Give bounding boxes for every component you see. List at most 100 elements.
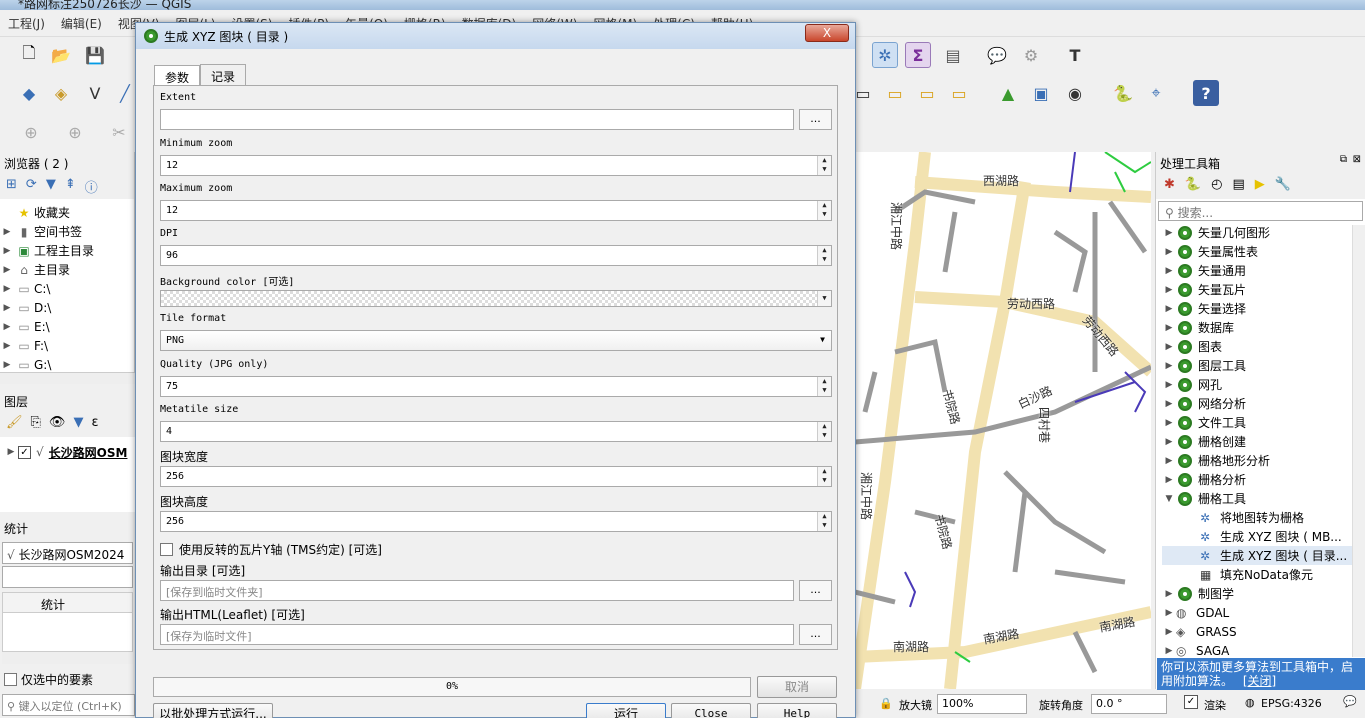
expand-arrow-icon[interactable]: ▶: [0, 341, 14, 351]
render-checkbox[interactable]: ✓: [1184, 695, 1198, 709]
expand-arrow-icon[interactable]: ▶: [0, 265, 14, 275]
add-vector-layer-icon[interactable]: ◆: [16, 80, 42, 106]
toolbox-scrollbar[interactable]: [1352, 225, 1365, 657]
toolbox-tool[interactable]: ✲ 将地图转为栅格: [1162, 508, 1365, 527]
target-icon[interactable]: ⌖: [1143, 80, 1169, 106]
expand-arrow-icon[interactable]: ▶: [0, 246, 14, 256]
add-group-icon[interactable]: ⎘: [31, 415, 41, 435]
toolbox-group[interactable]: ▶ 矢量选择: [1162, 299, 1365, 318]
expand-arrow-icon[interactable]: ▶: [0, 303, 14, 313]
expand-arrow-icon[interactable]: ▶: [0, 284, 14, 294]
label-change-icon[interactable]: ▭: [946, 80, 972, 106]
processing-toolbox-icon[interactable]: ✲: [872, 42, 898, 68]
menu-item[interactable]: 编辑(E): [53, 10, 110, 37]
expand-arrow-icon[interactable]: ▶: [0, 227, 14, 237]
tab-parameters[interactable]: 参数: [154, 65, 201, 87]
expression-icon[interactable]: ε: [91, 415, 98, 435]
coordinate-capture-icon[interactable]: ▣: [1028, 80, 1054, 106]
help-icon[interactable]: ?: [1193, 80, 1219, 106]
toolbox-group[interactable]: ▶ 网孔: [1162, 375, 1365, 394]
menu-item[interactable]: 工程(J): [0, 10, 53, 37]
toolbox-group[interactable]: ▼ 栅格工具: [1162, 489, 1365, 508]
max-zoom-spinner[interactable]: ▲ ▼: [817, 201, 831, 220]
dpi-spinner[interactable]: ▲ ▼: [817, 246, 831, 265]
toolbox-group[interactable]: ▶ 图层工具: [1162, 356, 1365, 375]
text-annotation-icon[interactable]: T: [1062, 42, 1088, 68]
browser-item[interactable]: ▶ ▭ E:\: [0, 317, 134, 336]
toolbox-provider[interactable]: ▶ ◍ GDAL: [1162, 603, 1365, 622]
cancel-button[interactable]: 取消: [757, 676, 837, 698]
expand-arrow-icon[interactable]: ▶: [1162, 304, 1176, 314]
max-zoom-input[interactable]: 12 ▲ ▼: [160, 200, 832, 221]
rotation-input[interactable]: 0.0 °: [1091, 694, 1167, 714]
run-button[interactable]: 运行: [586, 703, 666, 718]
annotation-icon[interactable]: 💬: [984, 42, 1010, 68]
statistics-sigma-icon[interactable]: Σ: [905, 42, 931, 68]
layer-name[interactable]: 长沙路网OSM: [49, 444, 128, 461]
metatile-spinner[interactable]: ▲ ▼: [817, 422, 831, 441]
edit-features-icon[interactable]: ▶: [1255, 177, 1265, 197]
expand-arrow-icon[interactable]: ▶: [0, 360, 14, 370]
expand-arrow-icon[interactable]: ▶: [0, 322, 14, 332]
browser-scrollbar[interactable]: [0, 372, 135, 384]
dpi-input[interactable]: 96 ▲ ▼: [160, 245, 832, 266]
expand-arrow-icon[interactable]: ▶: [1162, 228, 1176, 238]
expand-arrow-icon[interactable]: ▶: [1162, 627, 1176, 637]
add-selected-icon[interactable]: ⊞: [6, 177, 17, 197]
magnifier-input[interactable]: 100%: [937, 694, 1027, 714]
stats-field-select[interactable]: [2, 566, 133, 588]
toolbox-tool[interactable]: ✲ 生成 XYZ 图块 ( 目录...: [1162, 546, 1365, 565]
color-dropdown-icon[interactable]: ▼: [817, 291, 831, 306]
locator-search-input[interactable]: ⚲ 键入以定位 (Ctrl+K): [2, 694, 135, 716]
tile-height-spinner[interactable]: ▲ ▼: [817, 512, 831, 531]
visibility-eye-icon[interactable]: 👁: [49, 415, 66, 435]
measure-icon[interactable]: ▤: [940, 42, 966, 68]
python-console-icon[interactable]: 🐍: [1110, 80, 1136, 106]
toolbox-tool[interactable]: ▦ 填充NoData像元: [1162, 565, 1365, 584]
metatile-input[interactable]: 4 ▲ ▼: [160, 421, 832, 442]
tms-checkbox[interactable]: [160, 543, 173, 556]
crs-globe-icon[interactable]: ◍: [1245, 696, 1255, 709]
selected-only-checkbox[interactable]: [4, 672, 17, 686]
new-project-icon[interactable]: 🗋: [16, 42, 42, 68]
layer-filter-icon[interactable]: ▼: [73, 415, 83, 435]
results-viewer-icon[interactable]: ▤: [1232, 177, 1244, 197]
split-icon[interactable]: ✂: [106, 119, 132, 145]
expand-arrow-icon[interactable]: ▶: [1162, 418, 1176, 428]
digitize-vertex-icon[interactable]: V: [82, 80, 108, 106]
output-html-input[interactable]: [保存为临时文件]: [160, 624, 794, 645]
close-panel-icon[interactable]: ⊠: [1353, 154, 1361, 165]
batch-run-button[interactable]: 以批处理方式运行...: [153, 703, 273, 718]
stats-layer-select[interactable]: √ 长沙路网OSM2024: [2, 542, 133, 564]
toolbox-group[interactable]: ▶ 网络分析: [1162, 394, 1365, 413]
expand-arrow-icon[interactable]: ▶: [1162, 380, 1176, 390]
expand-arrow-icon[interactable]: ▶: [1162, 361, 1176, 371]
info-icon[interactable]: ⓘ: [85, 177, 98, 197]
toolbox-group[interactable]: ▶ 矢量通用: [1162, 261, 1365, 280]
expand-arrow-icon[interactable]: ▶: [1162, 437, 1176, 447]
tile-width-input[interactable]: 256 ▲ ▼: [160, 466, 832, 487]
toolbox-provider[interactable]: ▶ 制图学: [1162, 584, 1365, 603]
label-rotate-icon[interactable]: ▭: [914, 80, 940, 106]
add-feature-icon[interactable]: ⊕: [18, 119, 44, 145]
expand-arrow-icon[interactable]: ▶: [1162, 646, 1176, 656]
style-icon[interactable]: 🖌: [6, 415, 23, 435]
browser-item[interactable]: ▶ ▭ C:\: [0, 279, 134, 298]
tile-height-input[interactable]: 256 ▲ ▼: [160, 511, 832, 532]
expand-arrow-icon[interactable]: ▶: [1162, 323, 1176, 333]
tile-width-spinner[interactable]: ▲ ▼: [817, 467, 831, 486]
toolbox-group[interactable]: ▶ 图表: [1162, 337, 1365, 356]
refresh-icon[interactable]: ⟳: [26, 177, 37, 197]
lock-icon[interactable]: 🔒: [879, 697, 893, 710]
toolbox-group[interactable]: ▶ 栅格地形分析: [1162, 451, 1365, 470]
expand-arrow-icon[interactable]: ▶: [1162, 285, 1176, 295]
browser-item[interactable]: ★ 收藏夹: [0, 203, 134, 222]
quality-spinner[interactable]: ▲ ▼: [817, 377, 831, 396]
python-scripts-icon[interactable]: 🐍: [1185, 177, 1201, 197]
browser-item[interactable]: ▶ ▭ F:\: [0, 336, 134, 355]
background-color-picker[interactable]: ▼: [160, 290, 832, 307]
browser-item[interactable]: ▶ ▣ 工程主目录: [0, 241, 134, 260]
settings-gear-icon[interactable]: ⚙: [1018, 42, 1044, 68]
selected-only-row[interactable]: 仅选中的要素: [0, 668, 135, 690]
browser-item[interactable]: ▶ ▭ D:\: [0, 298, 134, 317]
